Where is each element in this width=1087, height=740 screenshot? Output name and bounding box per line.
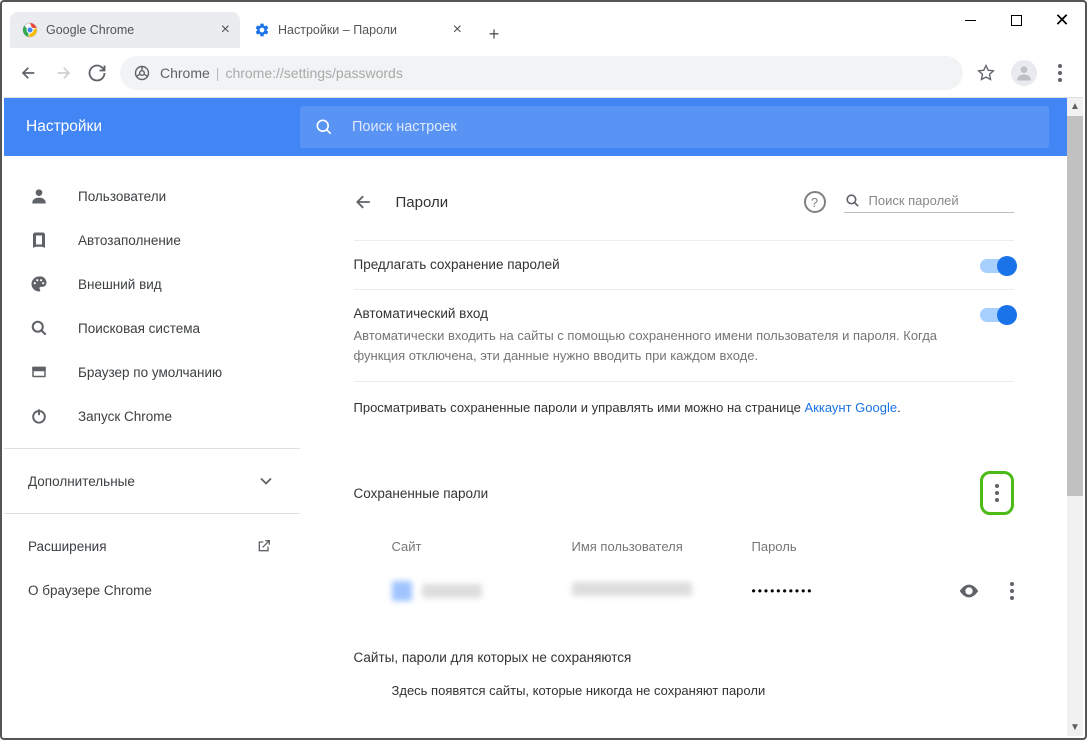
sidebar-item-label: Пользователи — [78, 189, 166, 204]
search-icon — [844, 192, 861, 209]
password-search-placeholder: Поиск паролей — [869, 193, 959, 208]
profile-avatar[interactable] — [1011, 60, 1037, 86]
close-icon[interactable]: × — [221, 21, 230, 39]
saved-passwords-menu-button[interactable] — [980, 471, 1014, 515]
sidebar-item-label: О браузере Chrome — [28, 583, 152, 598]
sidebar-about[interactable]: О браузере Chrome — [4, 568, 300, 612]
excluded-sites-title: Сайты, пароли для которых не сохраняются — [354, 650, 1014, 683]
chevron-down-icon — [260, 477, 272, 485]
username-value — [572, 582, 692, 596]
close-icon[interactable]: × — [453, 21, 462, 39]
url-scheme: Chrome — [160, 65, 210, 81]
settings-sidebar: Пользователи Автозаполнение Внешний вид … — [4, 156, 300, 736]
tab-title: Настройки – Пароли — [278, 23, 397, 37]
column-username: Имя пользователя — [572, 539, 752, 554]
external-link-icon — [256, 538, 272, 554]
manage-passwords-info: Просматривать сохраненные пароли и управ… — [354, 381, 1014, 443]
chrome-favicon — [22, 22, 38, 38]
browser-tab-2[interactable]: Настройки – Пароли × — [242, 12, 472, 48]
setting-label: Автоматический вход — [354, 306, 980, 321]
more-vert-icon — [995, 484, 999, 502]
setting-label: Предлагать сохранение паролей — [354, 257, 980, 272]
sidebar-item-on-startup[interactable]: Запуск Chrome — [4, 394, 300, 438]
browser-menu-button[interactable] — [1045, 56, 1075, 90]
password-masked: •••••••••• — [752, 584, 862, 598]
offer-save-passwords-toggle[interactable] — [980, 259, 1014, 273]
reload-button[interactable] — [80, 56, 114, 90]
page-title: Пароли — [396, 194, 449, 211]
auto-signin-toggle[interactable] — [980, 308, 1014, 322]
sidebar-item-autofill[interactable]: Автозаполнение — [4, 218, 300, 262]
sidebar-item-advanced[interactable]: Дополнительные — [4, 459, 300, 503]
settings-title: Настройки — [4, 118, 300, 136]
maximize-button[interactable] — [993, 2, 1039, 38]
window-close-button[interactable]: ✕ — [1039, 2, 1085, 38]
sidebar-item-label: Внешний вид — [78, 277, 162, 292]
scroll-up-icon[interactable]: ▲ — [1067, 98, 1083, 115]
setting-description: Автоматически входить на сайты с помощью… — [354, 326, 980, 365]
sidebar-item-label: Дополнительные — [28, 474, 135, 489]
password-search[interactable]: Поиск паролей — [844, 192, 1014, 213]
minimize-button[interactable] — [947, 2, 993, 38]
settings-favicon — [254, 22, 270, 38]
bookmark-button[interactable] — [969, 56, 1003, 90]
site-favicon — [392, 581, 412, 601]
sidebar-item-label: Запуск Chrome — [78, 409, 172, 424]
chrome-icon — [134, 65, 150, 81]
browser-icon — [28, 361, 50, 383]
sidebar-item-label: Поисковая система — [78, 321, 200, 336]
password-row[interactable]: •••••••••• — [392, 568, 1014, 614]
scroll-down-icon[interactable]: ▼ — [1067, 719, 1083, 736]
saved-passwords-title: Сохраненные пароли — [354, 486, 980, 501]
sidebar-item-search-engine[interactable]: Поисковая система — [4, 306, 300, 350]
palette-icon — [28, 273, 50, 295]
url-path: chrome://settings/passwords — [225, 65, 402, 81]
power-icon — [28, 405, 50, 427]
new-tab-button[interactable]: + — [480, 20, 508, 48]
excluded-sites-empty: Здесь появятся сайты, которые никогда не… — [392, 683, 1014, 718]
back-button[interactable] — [12, 56, 46, 90]
show-password-button[interactable] — [958, 580, 980, 602]
forward-button — [46, 56, 80, 90]
sidebar-item-appearance[interactable]: Внешний вид — [4, 262, 300, 306]
site-name — [422, 584, 482, 598]
offer-save-passwords-row: Предлагать сохранение паролей — [354, 240, 1014, 289]
person-icon — [28, 185, 50, 207]
browser-tab-1[interactable]: Google Chrome × — [10, 12, 240, 48]
sidebar-item-label: Расширения — [28, 539, 107, 554]
address-bar[interactable]: Chrome | chrome://settings/passwords — [120, 56, 963, 90]
help-button[interactable]: ? — [804, 191, 826, 213]
sidebar-item-default-browser[interactable]: Браузер по умолчанию — [4, 350, 300, 394]
autofill-icon — [28, 229, 50, 251]
google-account-link[interactable]: Аккаунт Google — [805, 400, 898, 415]
sidebar-extensions[interactable]: Расширения — [4, 524, 300, 568]
column-site: Сайт — [392, 539, 572, 554]
settings-search[interactable]: Поиск настроек — [300, 106, 1049, 148]
search-icon — [28, 317, 50, 339]
sidebar-item-users[interactable]: Пользователи — [4, 174, 300, 218]
tab-title: Google Chrome — [46, 23, 134, 37]
scrollbar[interactable]: ▲ ▼ — [1067, 98, 1083, 736]
sidebar-item-label: Браузер по умолчанию — [78, 365, 222, 380]
sidebar-item-label: Автозаполнение — [78, 233, 181, 248]
password-row-menu-button[interactable] — [1010, 582, 1014, 600]
search-placeholder: Поиск настроек — [352, 119, 457, 135]
back-arrow-button[interactable] — [354, 192, 374, 212]
column-password: Пароль — [752, 539, 1014, 554]
scrollbar-thumb[interactable] — [1067, 116, 1083, 496]
auto-signin-row: Автоматический вход Автоматически входит… — [354, 289, 1014, 381]
search-icon — [314, 117, 334, 137]
